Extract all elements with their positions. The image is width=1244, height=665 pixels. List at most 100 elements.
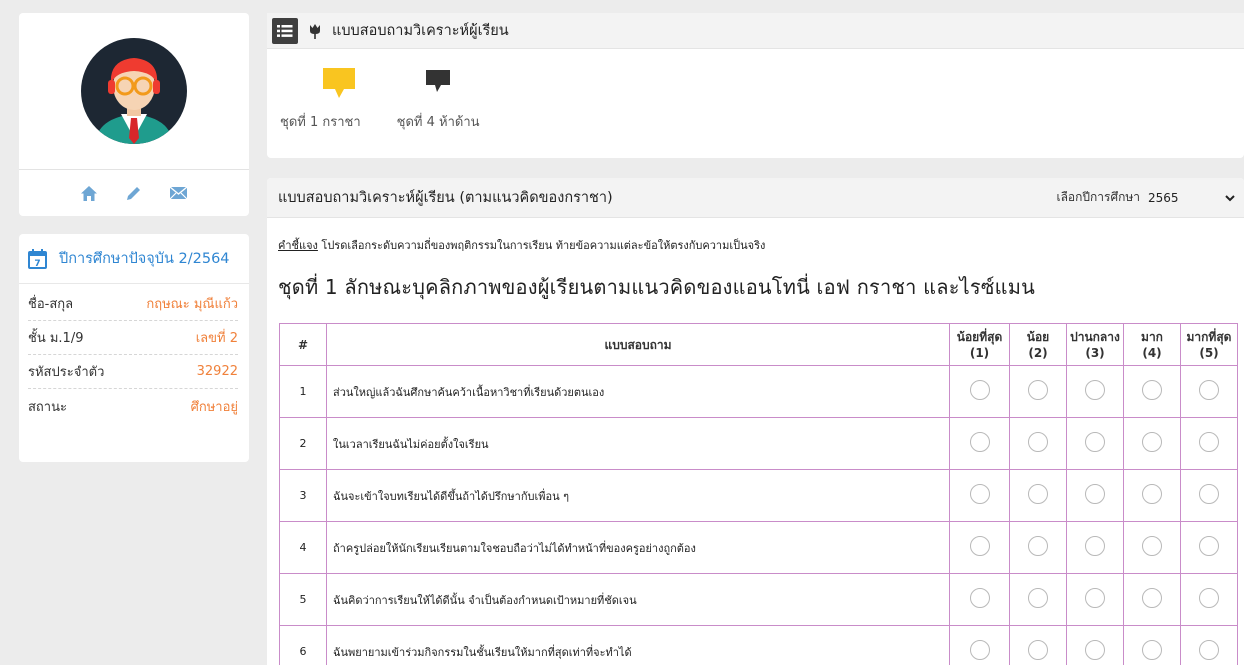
rating-radio-1[interactable] — [969, 588, 990, 608]
info-value: 32922 — [196, 364, 238, 379]
info-label: ชื่อ-สกุล — [28, 297, 74, 312]
student-info-card: 7 ปีการศึกษาปัจจุบัน 2/2564 ชื่อ-สกุล กฤ… — [19, 234, 249, 462]
col-header-level-4: มาก (4) — [1123, 323, 1181, 366]
pencil-icon[interactable] — [125, 185, 142, 202]
rating-radio-1[interactable] — [969, 432, 990, 452]
table-header-row: # แบบสอบถาม น้อยที่สุด (1) น้อย (2) ปานกลา… — [279, 323, 1238, 366]
rating-cell — [1123, 625, 1181, 665]
questionnaire-bar: แบบสอบถามวิเคราะห์ผู้เรียน (ตามแนวคิดของ… — [267, 178, 1244, 218]
rating-radio-4[interactable] — [1142, 380, 1162, 400]
info-value: กฤษณะ มุณีแก้ว — [146, 297, 238, 312]
instruction: คำชี้แจง โปรดเลือกระดับความถี่ของพฤติกรร… — [278, 236, 1244, 254]
rating-radio-2[interactable] — [1028, 588, 1048, 608]
question-text: ฉันจะเข้าใจบทเรียนได้ดีขึ้นถ้าได้ปรึกษาก… — [326, 469, 950, 522]
tab-set-4-five-aspects[interactable]: ชุดที่ 4 ห้าด้าน — [397, 67, 480, 132]
avatar-area — [19, 13, 249, 170]
rating-radio-2[interactable] — [1028, 380, 1048, 400]
academic-year-select[interactable]: 2565 — [1144, 186, 1238, 209]
questionnaire-table: # แบบสอบถาม น้อยที่สุด (1) น้อย (2) ปานกลา… — [279, 323, 1238, 665]
rating-cell — [1009, 365, 1067, 418]
rating-radio-1[interactable] — [969, 380, 990, 400]
rating-radio-3[interactable] — [1085, 588, 1105, 608]
home-icon[interactable] — [80, 185, 98, 202]
rating-radio-3[interactable] — [1085, 432, 1105, 452]
rating-cell — [1066, 417, 1124, 470]
info-list: ชื่อ-สกุล กฤษณะ มุณีแก้ว ชั้น ม.1/9 เลขท… — [19, 284, 249, 423]
question-number: 5 — [279, 573, 327, 626]
rating-cell — [1123, 417, 1181, 470]
info-label: ชั้น ม.1/9 — [28, 331, 84, 346]
rating-cell — [1009, 417, 1067, 470]
speech-bubble-icon — [425, 70, 450, 92]
question-text: ถ้าครูปล่อยให้นักเรียนเรียนตามใจชอบถือว่… — [326, 521, 950, 574]
question-text: ส่วนใหญ่แล้วฉันศึกษาค้นคว้าเนื้อหาวิชาที… — [326, 365, 950, 418]
rating-radio-4[interactable] — [1142, 588, 1162, 608]
info-value: เลขที่ 2 — [195, 331, 238, 346]
rating-radio-1[interactable] — [969, 484, 990, 504]
rating-cell — [1066, 365, 1124, 418]
rating-radio-1[interactable] — [969, 640, 990, 660]
rating-cell — [1180, 469, 1238, 522]
rating-radio-2[interactable] — [1028, 640, 1048, 660]
questionnaire-title: แบบสอบถามวิเคราะห์ผู้เรียน (ตามแนวคิดของ… — [278, 190, 613, 206]
table-row: 3 ฉันจะเข้าใจบทเรียนได้ดีขึ้นถ้าได้ปรึกษา… — [279, 469, 1238, 522]
rating-radio-4[interactable] — [1142, 484, 1162, 504]
table-row: 1 ส่วนใหญ่แล้วฉันศึกษาค้นคว้าเนื้อหาวิชาท… — [279, 365, 1238, 418]
set-title: ชุดที่ 1 ลักษณะบุคลิกภาพของผู้เรียนตามแน… — [278, 275, 1035, 299]
rating-cell — [949, 573, 1010, 626]
rating-radio-4[interactable] — [1142, 640, 1162, 660]
rating-radio-5[interactable] — [1199, 588, 1219, 608]
profile-actions — [19, 170, 249, 216]
rating-cell — [1180, 521, 1238, 574]
rating-radio-5[interactable] — [1199, 536, 1219, 556]
rating-radio-3[interactable] — [1085, 640, 1105, 660]
tab-label: ชุดที่ 1 กราชา — [280, 115, 361, 130]
rating-cell — [1180, 573, 1238, 626]
instruction-text: โปรดเลือกระดับความถี่ของพฤติกรรมในการเรี… — [317, 239, 766, 252]
rating-cell — [949, 417, 1010, 470]
avatar — [81, 38, 187, 144]
rating-cell — [1009, 521, 1067, 574]
rating-cell — [949, 521, 1010, 574]
rating-radio-2[interactable] — [1028, 432, 1048, 452]
rating-radio-3[interactable] — [1085, 380, 1105, 400]
list-icon[interactable] — [272, 17, 298, 44]
rating-radio-3[interactable] — [1085, 484, 1105, 504]
questionnaire-card: แบบสอบถามวิเคราะห์ผู้เรียน (ตามแนวคิดของ… — [267, 178, 1244, 665]
rating-cell — [1066, 625, 1124, 665]
rating-radio-1[interactable] — [969, 536, 990, 556]
col-header-level-2: น้อย (2) — [1009, 323, 1067, 366]
rating-radio-5[interactable] — [1199, 484, 1219, 504]
survey-header-title: แบบสอบถามวิเคราะห์ผู้เรียน — [332, 23, 509, 39]
col-header-num: # — [279, 323, 327, 366]
info-row-status: สถานะ ศึกษาอยู่ — [28, 389, 238, 423]
question-text: ในเวลาเรียนฉันไม่ค่อยตั้งใจเรียน — [326, 417, 950, 470]
rating-cell — [949, 365, 1010, 418]
info-value: ศึกษาอยู่ — [190, 399, 238, 415]
question-number: 6 — [279, 625, 327, 665]
info-row-student-id: รหัสประจำตัว 32922 — [28, 355, 238, 389]
rating-radio-5[interactable] — [1199, 380, 1219, 400]
tab-set-1-grasha[interactable]: ชุดที่ 1 กราชา — [280, 67, 361, 132]
rating-cell — [949, 625, 1010, 665]
rating-radio-5[interactable] — [1199, 432, 1219, 452]
rating-radio-5[interactable] — [1199, 640, 1219, 660]
rating-radio-3[interactable] — [1085, 536, 1105, 556]
envelope-icon[interactable] — [169, 186, 188, 200]
info-label: รหัสประจำตัว — [28, 365, 105, 380]
rating-radio-2[interactable] — [1028, 536, 1048, 556]
current-academic-year: ปีการศึกษาปัจจุบัน 2/2564 — [59, 251, 230, 267]
rating-cell — [1123, 469, 1181, 522]
rating-cell — [949, 469, 1010, 522]
question-number: 2 — [279, 417, 327, 470]
rating-cell — [1009, 625, 1067, 665]
rating-radio-4[interactable] — [1142, 536, 1162, 556]
rating-radio-4[interactable] — [1142, 432, 1162, 452]
survey-set-tabs: ชุดที่ 1 กราชา ชุดที่ 4 ห้าด้าน — [280, 67, 1244, 132]
info-row-name: ชื่อ-สกุล กฤษณะ มุณีแก้ว — [28, 287, 238, 321]
question-text: ฉันพยายามเข้าร่วมกิจกรรมในชั้นเรียนให้มา… — [326, 625, 950, 665]
rating-cell — [1123, 573, 1181, 626]
col-header-question: แบบสอบถาม — [326, 323, 950, 366]
survey-header-card: แบบสอบถามวิเคราะห์ผู้เรียน ชุดที่ 1 กราช… — [267, 13, 1244, 158]
rating-radio-2[interactable] — [1028, 484, 1048, 504]
